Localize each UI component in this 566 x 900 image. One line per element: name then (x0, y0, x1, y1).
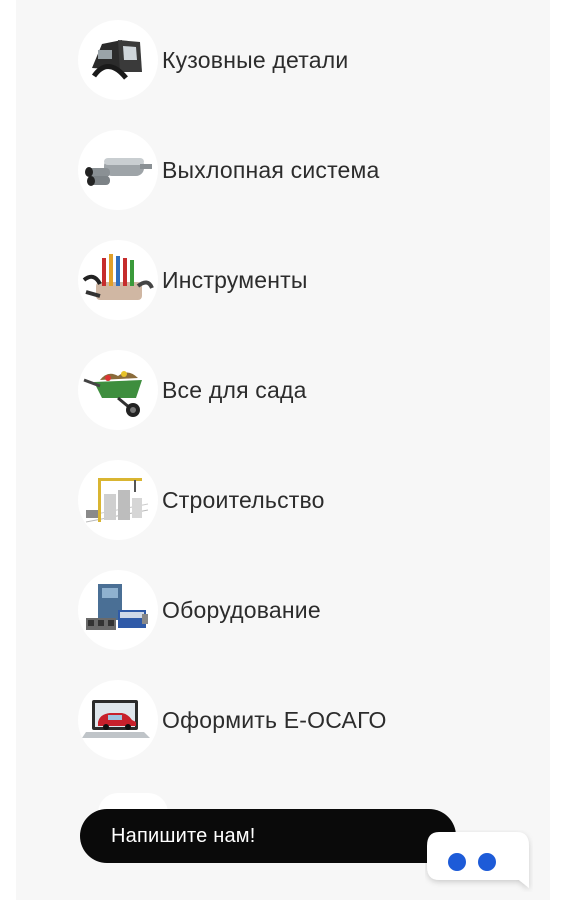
category-label: Строительство (162, 486, 325, 513)
write-us-label: Напишите нам! (111, 824, 256, 847)
category-label: Все для сада (162, 376, 307, 403)
car-body-parts-icon (78, 20, 158, 100)
category-label: Оформить Е-ОСАГО (162, 706, 387, 733)
chat-dot-icon (448, 853, 466, 871)
category-item-construction[interactable]: Строительство (78, 460, 518, 540)
laptop-car-icon (78, 680, 158, 760)
construction-crane-icon (78, 460, 158, 540)
tools-set-icon (78, 240, 158, 320)
equipment-machine-icon (78, 570, 158, 650)
category-item-equipment[interactable]: Оборудование (78, 570, 518, 650)
exhaust-muffler-icon (78, 130, 158, 210)
catalog-panel: Кузовные детали Выхлопная система Инстру… (16, 0, 550, 900)
category-item-garden[interactable]: Все для сада (78, 350, 518, 430)
chat-dot-icon (478, 853, 496, 871)
chat-bubble-icon[interactable] (425, 830, 533, 892)
wheelbarrow-icon (78, 350, 158, 430)
write-us-button[interactable]: Напишите нам! (80, 809, 456, 863)
category-label: Оборудование (162, 596, 321, 623)
category-label: Кузовные детали (162, 46, 349, 73)
category-label: Инструменты (162, 266, 308, 293)
category-label: Выхлопная система (162, 156, 380, 183)
category-item-tools[interactable]: Инструменты (78, 240, 518, 320)
category-item-exhaust[interactable]: Выхлопная система (78, 130, 518, 210)
category-item-e-osago[interactable]: Оформить Е-ОСАГО (78, 680, 518, 760)
category-item-body-parts[interactable]: Кузовные детали (78, 20, 518, 100)
